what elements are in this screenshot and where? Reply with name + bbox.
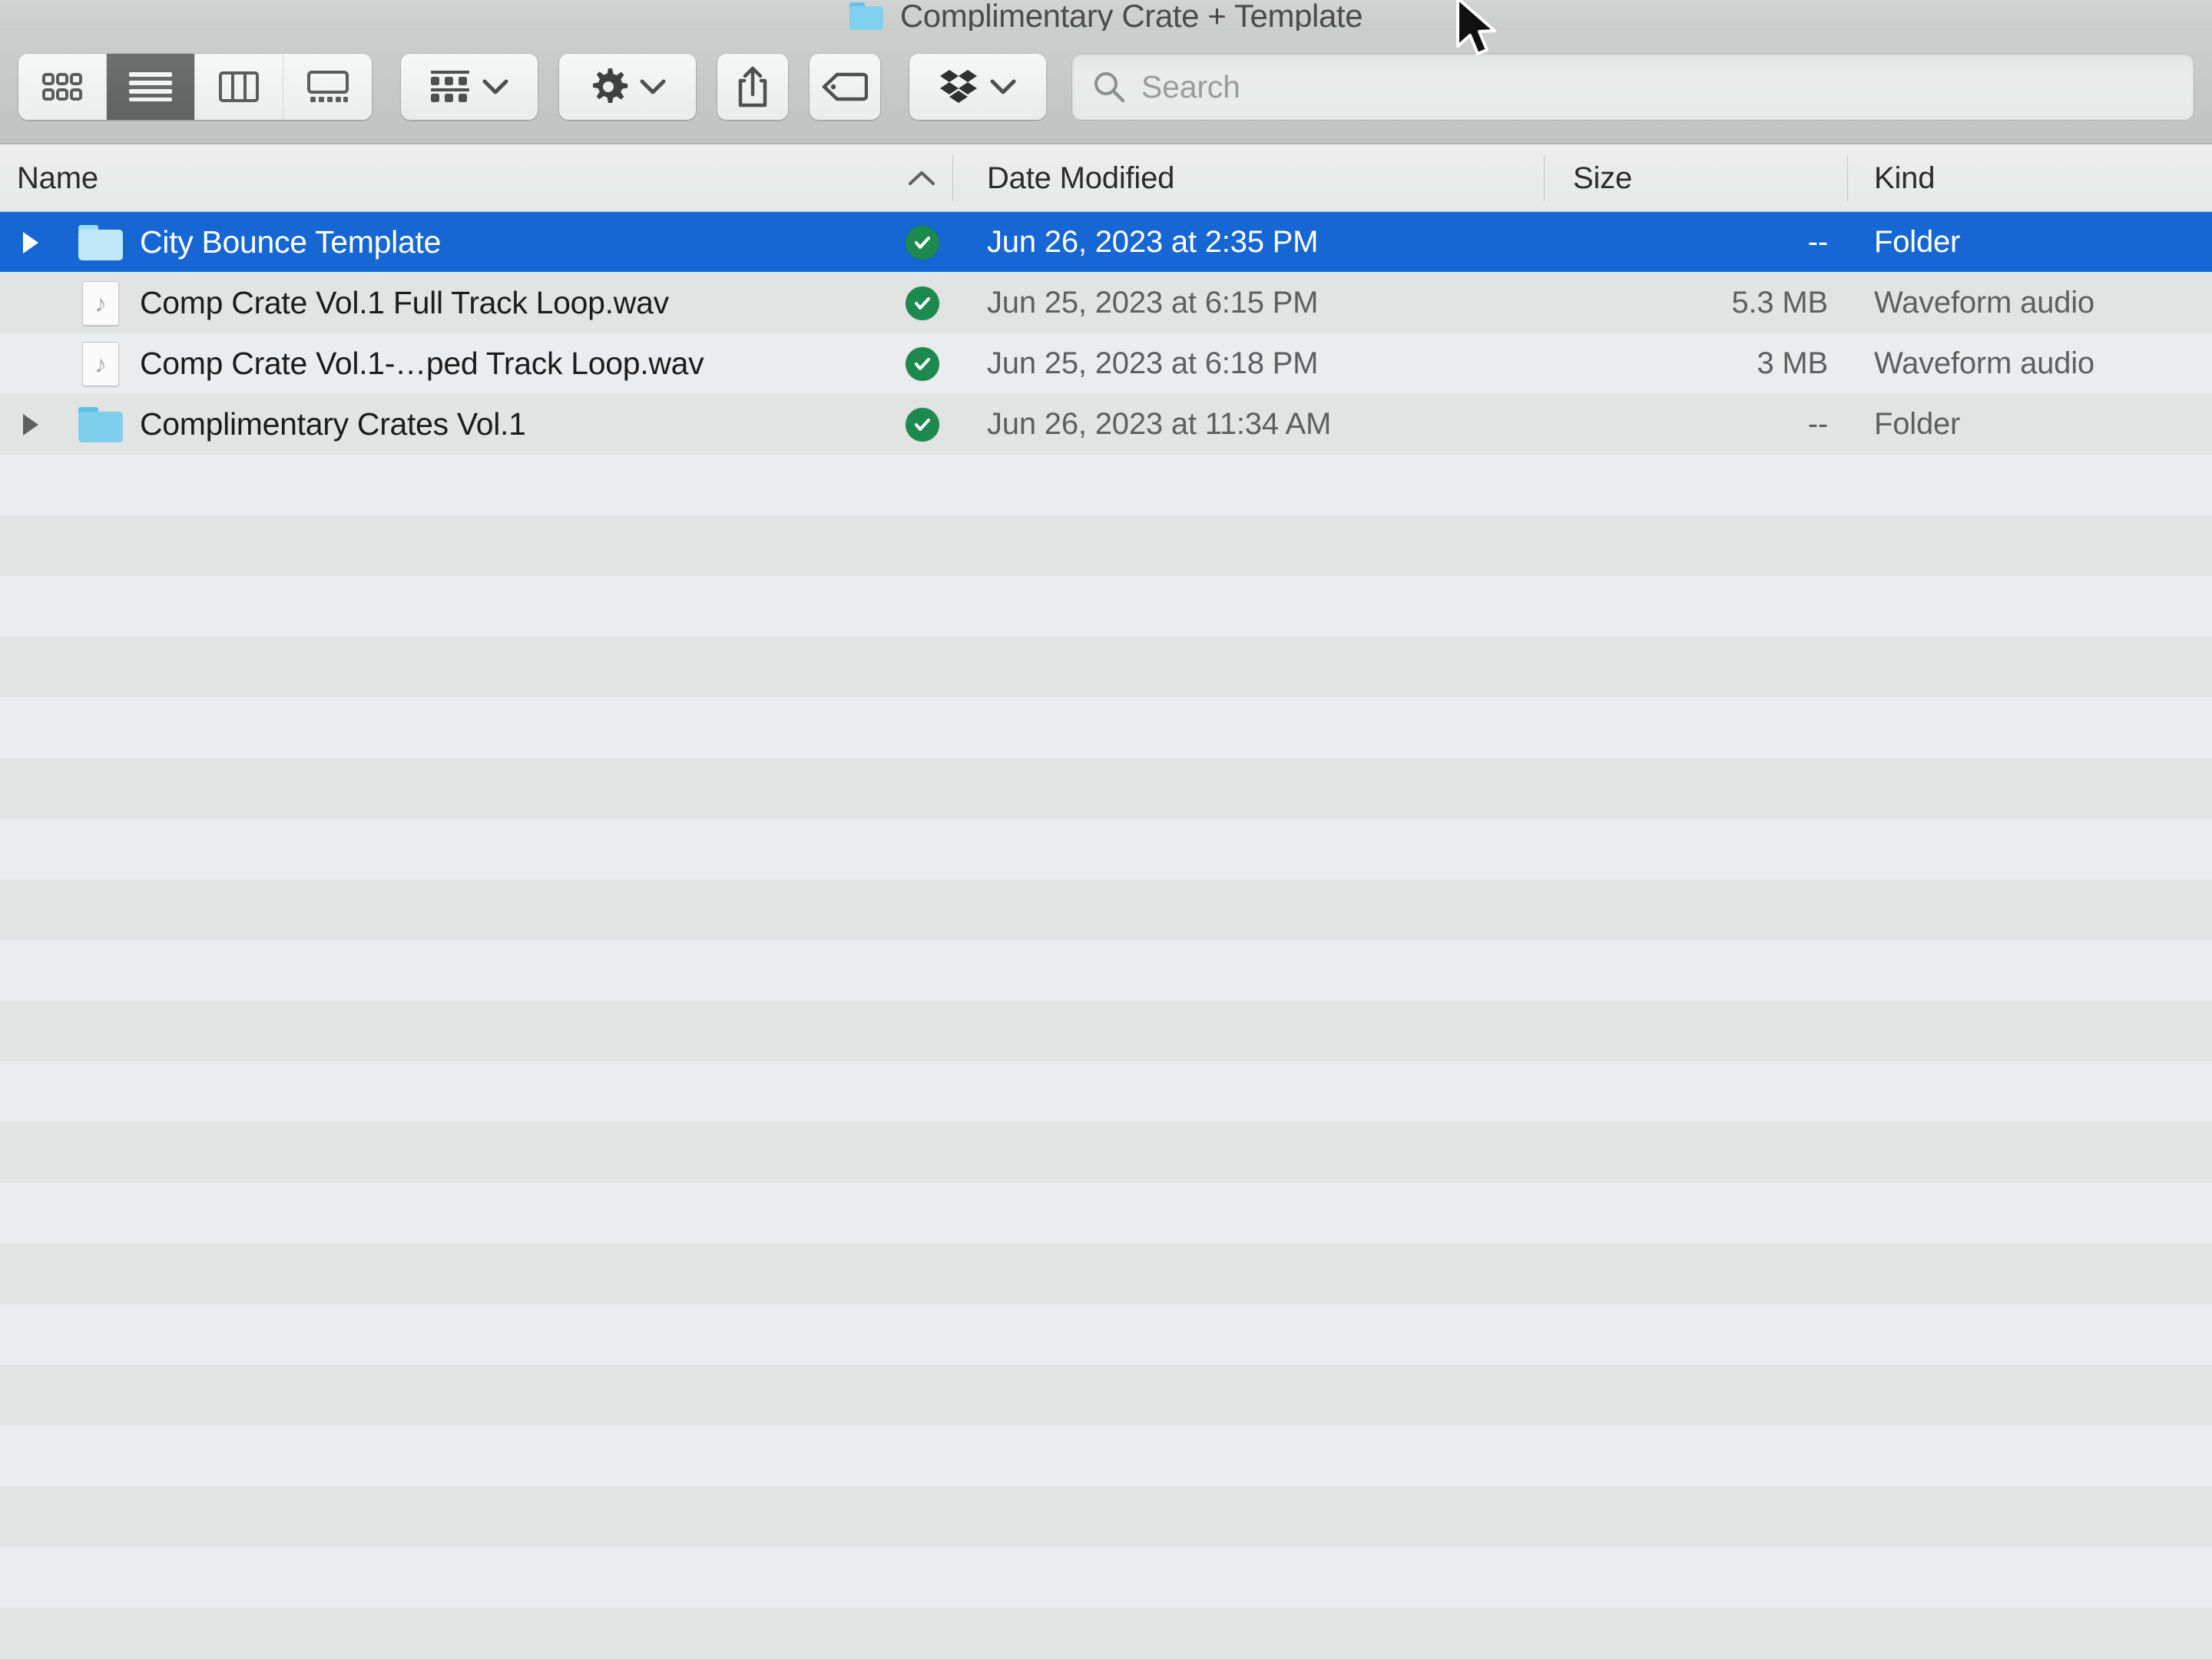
list-background-stripe <box>0 637 2212 697</box>
finder-toolbar: Search <box>0 31 2212 144</box>
date-modified-value: Jun 25, 2023 at 6:18 PM <box>987 346 1319 380</box>
table-row[interactable]: ♪ Comp Crate Vol.1-…ped Track Loop.wav Jun… <box>0 333 2212 394</box>
size-value: -- <box>1807 407 1828 441</box>
tag-icon <box>822 72 868 101</box>
column-divider-name-date[interactable] <box>952 155 953 201</box>
window-titlebar: Complimentary Crate + Template <box>0 0 2212 31</box>
group-by-button[interactable] <box>401 54 538 120</box>
size-value: -- <box>1807 225 1828 259</box>
group-by-icon <box>431 71 469 102</box>
date-modified-value: Jun 25, 2023 at 6:15 PM <box>987 286 1319 320</box>
list-background-stripe <box>0 1001 2212 1061</box>
file-name[interactable]: Comp Crate Vol.1 Full Track Loop.wav <box>140 285 669 321</box>
list-background-stripe <box>0 879 2212 940</box>
kind-value: Folder <box>1874 225 1961 259</box>
audio-file-icon: ♪ <box>82 280 119 326</box>
kind-value: Waveform audio <box>1874 286 2094 320</box>
search-icon <box>1094 72 1125 103</box>
column-header-date-modified[interactable]: Date Modified <box>987 144 1174 212</box>
kind-value: Waveform audio <box>1874 346 2094 380</box>
list-background-stripe <box>0 1061 2212 1122</box>
title-folder-icon <box>849 2 883 30</box>
date-modified-value: Jun 26, 2023 at 2:35 PM <box>987 225 1319 259</box>
kind-value: Folder <box>1874 407 1961 441</box>
row-icon <box>77 394 124 455</box>
size-value: 3 MB <box>1757 346 1828 380</box>
window-title: Complimentary Crate + Template <box>899 0 1363 31</box>
finder-window: Complimentary Crate + Template Search Na… <box>0 0 2212 1659</box>
list-background-stripe <box>0 1608 2212 1659</box>
gear-icon <box>593 68 628 103</box>
list-background-stripe <box>0 1426 2212 1486</box>
share-button[interactable] <box>717 54 788 120</box>
gallery-view-icon <box>306 71 349 102</box>
folder-icon <box>78 406 123 442</box>
list-view-button[interactable] <box>107 54 195 120</box>
list-background-stripe <box>0 758 2212 819</box>
view-mode-segmented-control[interactable] <box>18 54 372 120</box>
list-background-stripe <box>0 576 2212 637</box>
table-row[interactable]: ♪ Comp Crate Vol.1 Full Track Loop.wav Jun… <box>0 273 2212 333</box>
search-placeholder: Search <box>1141 68 1240 104</box>
sync-status-badge <box>902 212 942 273</box>
date-modified-value: Jun 26, 2023 at 11:34 AM <box>987 407 1332 441</box>
file-name[interactable]: Complimentary Crates Vol.1 <box>140 406 526 442</box>
size-value: 5.3 MB <box>1731 286 1828 320</box>
file-name[interactable]: Comp Crate Vol.1-…ped Track Loop.wav <box>140 346 704 382</box>
list-background-stripe <box>0 1183 2212 1243</box>
sync-status-badge <box>902 273 942 333</box>
column-divider-date-size[interactable] <box>1544 155 1545 201</box>
list-background-stripe <box>0 1486 2212 1547</box>
sync-status-badge <box>902 333 942 394</box>
row-icon: ♪ <box>77 333 124 394</box>
audio-file-icon: ♪ <box>82 341 119 386</box>
icon-view-icon <box>42 73 82 101</box>
column-view-button[interactable] <box>195 54 283 120</box>
disclosure-triangle-icon[interactable] <box>17 212 43 273</box>
list-background-stripe <box>0 819 2212 879</box>
action-menu-button[interactable] <box>559 54 696 120</box>
search-field[interactable]: Search <box>1072 54 2194 120</box>
list-background-stripe <box>0 1365 2212 1426</box>
chevron-down-icon <box>482 79 508 94</box>
column-header-size[interactable]: Size <box>1573 144 1632 212</box>
list-background-stripe <box>0 515 2212 576</box>
gallery-view-button[interactable] <box>283 54 372 120</box>
column-divider-size-kind[interactable] <box>1847 155 1848 201</box>
list-background-stripe <box>0 940 2212 1001</box>
list-background-stripe <box>0 1547 2212 1608</box>
share-icon <box>738 66 767 108</box>
disclosure-triangle-icon[interactable] <box>17 394 43 455</box>
list-background-stripe <box>0 697 2212 758</box>
list-background-stripe <box>0 1122 2212 1183</box>
folder-icon <box>78 224 123 260</box>
file-name[interactable]: City Bounce Template <box>140 224 441 260</box>
row-icon: ♪ <box>77 273 124 333</box>
sync-status-badge <box>902 394 942 455</box>
file-list[interactable]: City Bounce Template Jun 26, 2023 at 2:35… <box>0 212 2212 1659</box>
chevron-down-icon <box>990 79 1016 94</box>
table-row[interactable]: Complimentary Crates Vol.1 Jun 26, 2023 a… <box>0 394 2212 455</box>
table-row[interactable]: City Bounce Template Jun 26, 2023 at 2:35… <box>0 212 2212 274</box>
column-view-icon <box>219 71 259 102</box>
row-icon <box>77 212 124 273</box>
chevron-down-icon <box>640 79 666 94</box>
sort-indicator-icon <box>906 144 937 212</box>
column-header-name[interactable]: Name <box>17 144 98 212</box>
column-header-kind[interactable]: Kind <box>1874 144 1935 212</box>
list-background-stripe <box>0 1243 2212 1304</box>
list-background-stripe <box>0 455 2212 515</box>
icon-view-button[interactable] <box>18 54 107 120</box>
list-view-icon <box>129 72 172 101</box>
column-header-row: Name Date Modified Size Kind <box>0 144 2212 212</box>
dropbox-button[interactable] <box>909 54 1046 120</box>
list-background-stripe <box>0 1304 2212 1365</box>
dropbox-icon <box>940 70 977 103</box>
tags-button[interactable] <box>810 54 880 120</box>
